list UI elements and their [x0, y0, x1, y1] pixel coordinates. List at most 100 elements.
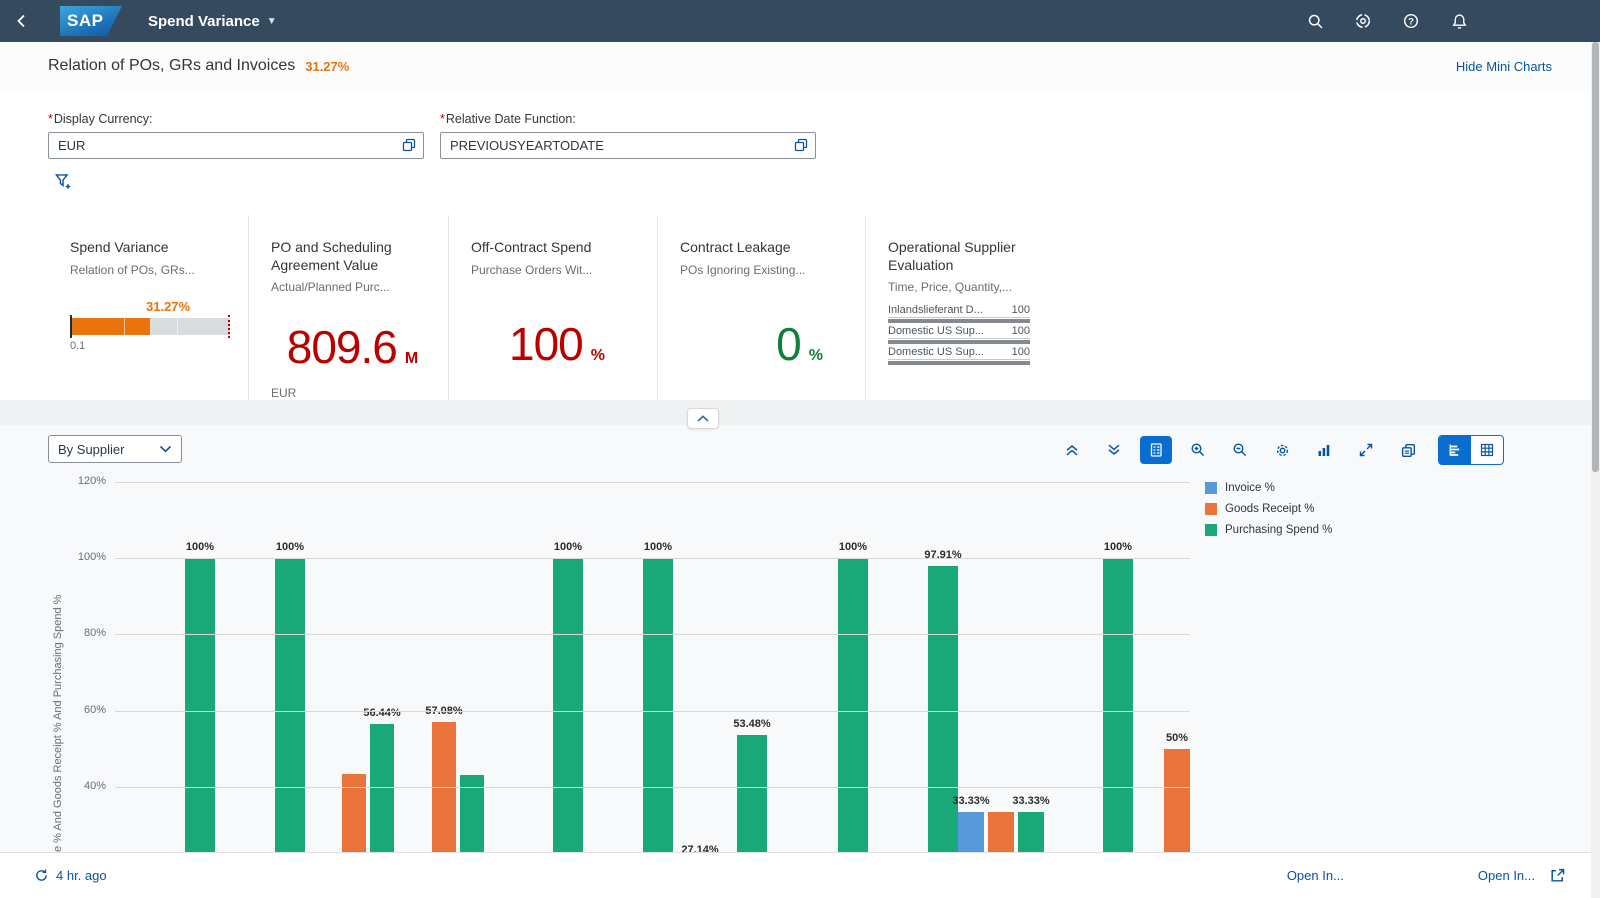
- show-legend-icon[interactable]: [1140, 436, 1172, 464]
- bullet-chart: 31.27% 0.1: [70, 299, 230, 352]
- comparison-bar: [888, 319, 1030, 323]
- page-header: Relation of POs, GRs and Invoices 31.27%…: [0, 42, 1600, 90]
- help-icon[interactable]: ?: [1398, 8, 1424, 34]
- bar-spend[interactable]: [838, 558, 868, 852]
- tile-value: 0: [776, 317, 801, 371]
- bar-spend[interactable]: [737, 735, 767, 852]
- bar-spend[interactable]: [553, 558, 583, 852]
- settings-gear-icon[interactable]: [1266, 436, 1298, 464]
- filter-field-display-currency: *Display Currency:: [48, 112, 424, 159]
- legend-swatch: [1205, 503, 1217, 515]
- tile-subtitle: Time, Price, Quantity,...: [888, 280, 1081, 294]
- tile-spend-variance[interactable]: Spend Variance Relation of POs, GRs... 3…: [48, 215, 248, 400]
- tile-title: Contract Leakage: [680, 239, 851, 257]
- y-axis-tick-label: 120%: [58, 475, 106, 487]
- table-view-button[interactable]: [1471, 436, 1503, 464]
- chart-type-icon[interactable]: [1308, 436, 1340, 464]
- y-axis-tick-label: 80%: [58, 627, 106, 639]
- view-by-select[interactable]: By Supplier: [48, 435, 182, 463]
- hide-mini-charts-link[interactable]: Hide Mini Charts: [1456, 59, 1552, 74]
- supplier-name: Inlandslieferant D...: [888, 304, 983, 316]
- notifications-bell-icon[interactable]: [1446, 8, 1472, 34]
- bar-data-label: 100%: [1080, 541, 1156, 553]
- bar-spend[interactable]: [275, 558, 305, 852]
- comparison-bar: [888, 340, 1030, 344]
- bar-chart-plot: e % And Goods Receipt % And Purchasing S…: [0, 470, 1600, 852]
- chart-toolbar: By Supplier: [0, 435, 1600, 465]
- page-title: Relation of POs, GRs and Invoices: [48, 57, 295, 75]
- tile-contract-leakage[interactable]: Contract Leakage POs Ignoring Existing..…: [657, 215, 865, 400]
- supplier-name: Domestic US Sup...: [888, 325, 984, 337]
- refresh-control[interactable]: 4 hr. ago: [34, 868, 107, 883]
- mini-charts-row: Spend Variance Relation of POs, GRs... 3…: [0, 215, 1600, 400]
- search-icon[interactable]: [1302, 8, 1328, 34]
- collapse-header-button[interactable]: [687, 408, 719, 429]
- bar-spend[interactable]: [185, 558, 215, 852]
- supplier-score: 100: [1012, 304, 1030, 316]
- expand-all-icon[interactable]: [1056, 436, 1088, 464]
- legend-swatch: [1205, 524, 1217, 536]
- bar-invoice[interactable]: [958, 812, 984, 852]
- tile-title: Off-Contract Spend: [471, 239, 643, 257]
- bar-spend[interactable]: [1018, 812, 1044, 852]
- relative-date-function-input[interactable]: [440, 132, 816, 159]
- value-help-icon[interactable]: [401, 137, 417, 153]
- add-filter-icon[interactable]: [54, 172, 73, 191]
- scrollbar-thumb[interactable]: [1592, 42, 1599, 472]
- open-in-link-1[interactable]: Open In...: [1287, 868, 1344, 883]
- bar-data-label: 100%: [815, 541, 891, 553]
- legend-item[interactable]: Invoice %: [1205, 482, 1332, 494]
- tile-unit: M: [405, 350, 418, 368]
- tile-subtitle: Actual/Planned Purc...: [271, 280, 434, 294]
- bar-gr[interactable]: [342, 774, 366, 852]
- y-axis-tick-label: 100%: [58, 551, 106, 563]
- bar-gr[interactable]: [1164, 749, 1190, 852]
- supplier-score: 100: [1012, 325, 1030, 337]
- gridline: [115, 558, 1190, 559]
- legend-item[interactable]: Purchasing Spend %: [1205, 524, 1332, 536]
- tile-value: 809.6: [287, 320, 397, 374]
- svg-text:?: ?: [1408, 16, 1414, 27]
- tile-off-contract-spend[interactable]: Off-Contract Spend Purchase Orders Wit..…: [448, 215, 657, 400]
- refresh-timestamp: 4 hr. ago: [56, 868, 107, 883]
- legend-item[interactable]: Goods Receipt %: [1205, 503, 1332, 515]
- collapse-all-icon[interactable]: [1098, 436, 1130, 464]
- bullet-value: 31.27%: [146, 299, 230, 314]
- bar-spend[interactable]: [928, 566, 958, 852]
- copilot-icon[interactable]: [1350, 8, 1376, 34]
- bar-spend[interactable]: [370, 724, 394, 852]
- y-axis-tick-label: 60%: [58, 704, 106, 716]
- app-title: Spend Variance: [148, 13, 260, 30]
- back-icon[interactable]: [0, 0, 44, 42]
- comparison-chart: Inlandslieferant D... 100 Domestic US Sup…: [888, 304, 1030, 365]
- bar-spend[interactable]: [1103, 558, 1133, 852]
- tile-value: 100: [509, 317, 583, 371]
- zoom-out-icon[interactable]: [1224, 436, 1256, 464]
- tile-title: Spend Variance: [70, 239, 234, 257]
- filter-bar: *Display Currency: *Relative Date Functi…: [0, 90, 1600, 215]
- full-screen-icon[interactable]: [1350, 436, 1382, 464]
- open-in-icon[interactable]: [1549, 867, 1566, 884]
- display-currency-input[interactable]: [48, 132, 424, 159]
- required-asterisk: *: [48, 112, 53, 126]
- value-help-icon[interactable]: [793, 137, 809, 153]
- zoom-in-icon[interactable]: [1182, 436, 1214, 464]
- open-in-link-2[interactable]: Open In...: [1478, 868, 1535, 883]
- bar-data-label: 100%: [162, 541, 238, 553]
- legend-swatch: [1205, 482, 1217, 494]
- tile-operational-supplier-evaluation[interactable]: Operational Supplier Evaluation Time, Pr…: [865, 215, 1095, 400]
- scrollbar-track[interactable]: [1591, 42, 1600, 898]
- chart-legend: Invoice % Goods Receipt % Purchasing Spe…: [1205, 482, 1332, 545]
- tile-po-scheduling-value[interactable]: PO and Scheduling Agreement Value Actual…: [248, 215, 448, 400]
- tile-title: Operational Supplier Evaluation: [888, 239, 1038, 274]
- y-axis-tick-label: 40%: [58, 780, 106, 792]
- tile-subtitle: Purchase Orders Wit...: [471, 263, 643, 277]
- app-title-menu[interactable]: Spend Variance ▼: [148, 13, 277, 30]
- copy-icon[interactable]: [1392, 436, 1424, 464]
- sap-logo[interactable]: SAP: [60, 6, 122, 36]
- chart-section: By Supplier: [0, 425, 1600, 852]
- chart-view-button[interactable]: [1439, 436, 1471, 464]
- bar-gr[interactable]: [988, 812, 1014, 852]
- bar-spend[interactable]: [643, 558, 673, 852]
- tile-unit: %: [591, 347, 605, 365]
